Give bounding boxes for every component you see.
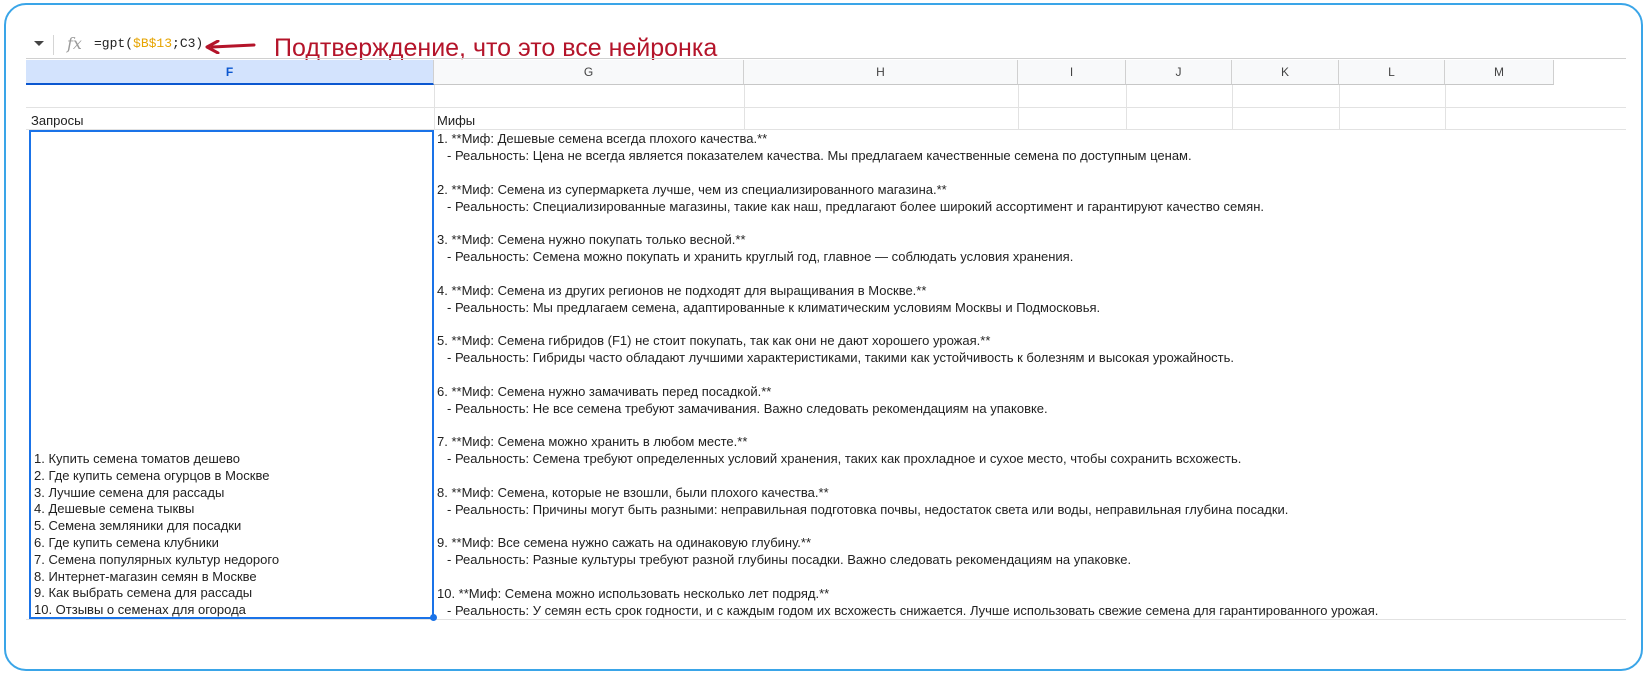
divider xyxy=(53,35,54,55)
column-divider xyxy=(1126,85,1127,130)
myth-reality: - Реальность: У семян есть срок годности… xyxy=(447,602,1379,618)
myth-title: 9. **Миф: Все семена нужно сажать на оди… xyxy=(437,535,812,550)
myth-item: 6. **Миф: Семена нужно замачивать перед … xyxy=(437,383,1378,434)
arrow-left-icon xyxy=(205,40,256,54)
list-item: 9. Как выбрать семена для рассады xyxy=(34,585,253,601)
column-header-i[interactable]: I xyxy=(1018,60,1126,85)
myths-list: 1. **Миф: Дешевые семена всегда плохого … xyxy=(437,130,1378,635)
formula-input[interactable]: =gpt($B$13;C3) xyxy=(94,36,203,51)
myth-reality: - Реальность: Разные культуры требуют ра… xyxy=(447,552,1132,567)
column-header-k[interactable]: K xyxy=(1232,60,1339,85)
myth-reality: - Реальность: Цена не всегда является по… xyxy=(447,148,1192,163)
list-item: 4. Дешевые семена тыквы xyxy=(34,501,195,517)
myth-title: 8. **Миф: Семена, которые не взошли, был… xyxy=(437,484,829,500)
grid-top-border xyxy=(26,58,1626,59)
myth-item: 3. **Миф: Семена нужно покупать только в… xyxy=(437,231,1378,282)
myth-reality: - Реальность: Семена можно покупать и хр… xyxy=(447,249,1074,264)
myth-title: 4. **Миф: Семена из других регионов не п… xyxy=(437,282,927,298)
screenshot-frame: fx =gpt($B$13;C3) Подтверждение, что это… xyxy=(4,3,1643,671)
myth-item: 10. **Миф: Семена можно использовать нес… xyxy=(437,585,1378,636)
list-item: 10. Отзывы о семенах для огорода xyxy=(34,602,246,618)
list-item: 6. Где купить семена клубники xyxy=(34,534,219,550)
myth-title: 5. **Миф: Семена гибридов (F1) не стоит … xyxy=(437,333,991,348)
formula-bar: fx =gpt($B$13;C3) xyxy=(26,33,1626,59)
column-divider xyxy=(744,85,745,130)
column-header-m[interactable]: M xyxy=(1445,60,1554,85)
cell-f-queries-header[interactable]: Запросы xyxy=(31,113,83,128)
column-divider xyxy=(434,85,435,130)
myth-reality: - Реальность: Семена требуют определенны… xyxy=(447,451,1242,466)
column-divider xyxy=(1339,85,1340,130)
column-divider xyxy=(1018,85,1019,130)
column-header-f[interactable]: F xyxy=(26,60,434,85)
list-item: 3. Лучшие семена для рассады xyxy=(34,484,225,500)
myth-title: 7. **Миф: Семена можно хранить в любом м… xyxy=(437,434,748,449)
list-item: 2. Где купить семена огурцов в Москве xyxy=(34,467,270,483)
myth-item: 7. **Миф: Семена можно хранить в любом м… xyxy=(437,433,1378,484)
myth-item: 2. **Миф: Семена из супермаркета лучше, … xyxy=(437,181,1378,232)
myth-reality: - Реальность: Гибриды часто обладают луч… xyxy=(447,350,1235,365)
queries-list: 1. Купить семена томатов дешево 2. Где к… xyxy=(34,451,279,619)
myth-item: 9. **Миф: Все семена нужно сажать на оди… xyxy=(437,534,1378,585)
fill-handle[interactable] xyxy=(430,614,437,621)
fx-icon: fx xyxy=(67,34,82,53)
myth-reality: - Реальность: Мы предлагаем семена, адап… xyxy=(447,299,1101,315)
column-divider xyxy=(1445,85,1446,130)
myth-item: 8. **Миф: Семена, которые не взошли, был… xyxy=(437,484,1378,535)
myth-title: 6. **Миф: Семена нужно замачивать перед … xyxy=(437,383,772,399)
myth-item: 5. **Миф: Семена гибридов (F1) не стоит … xyxy=(437,332,1378,383)
myth-title: 10. **Миф: Семена можно использовать нес… xyxy=(437,585,830,601)
list-item: 1. Купить семена томатов дешево xyxy=(34,451,241,466)
caret-down-icon[interactable] xyxy=(34,41,44,46)
cell-g-myths-header[interactable]: Мифы xyxy=(437,113,475,128)
formula-ref: $B$13 xyxy=(133,36,173,51)
list-item: 8. Интернет-магазин семян в Москве xyxy=(34,568,257,584)
list-item: 7. Семена популярных культур недорого xyxy=(34,551,280,567)
myth-title: 3. **Миф: Семена нужно покупать только в… xyxy=(437,232,746,247)
myth-reality: - Реальность: Специализированные магазин… xyxy=(447,198,1264,214)
myth-item: 1. **Миф: Дешевые семена всегда плохого … xyxy=(437,130,1378,181)
column-header-h[interactable]: H xyxy=(744,60,1018,85)
column-header-l[interactable]: L xyxy=(1339,60,1445,85)
column-divider xyxy=(1232,85,1233,130)
row-divider xyxy=(26,107,1626,108)
formula-suffix: ;C3) xyxy=(172,36,204,51)
formula-prefix: =gpt( xyxy=(94,36,134,51)
myth-reality: - Реальность: Не все семена требуют зама… xyxy=(447,400,1048,416)
myth-reality: - Реальность: Причины могут быть разными… xyxy=(447,501,1289,517)
column-header-j[interactable]: J xyxy=(1126,60,1232,85)
myth-title: 1. **Миф: Дешевые семена всегда плохого … xyxy=(437,131,768,146)
column-header-g[interactable]: G xyxy=(434,60,744,85)
list-item: 5. Семена земляники для посадки xyxy=(34,518,242,534)
myth-title: 2. **Миф: Семена из супермаркета лучше, … xyxy=(437,181,947,197)
myth-item: 4. **Миф: Семена из других регионов не п… xyxy=(437,282,1378,333)
